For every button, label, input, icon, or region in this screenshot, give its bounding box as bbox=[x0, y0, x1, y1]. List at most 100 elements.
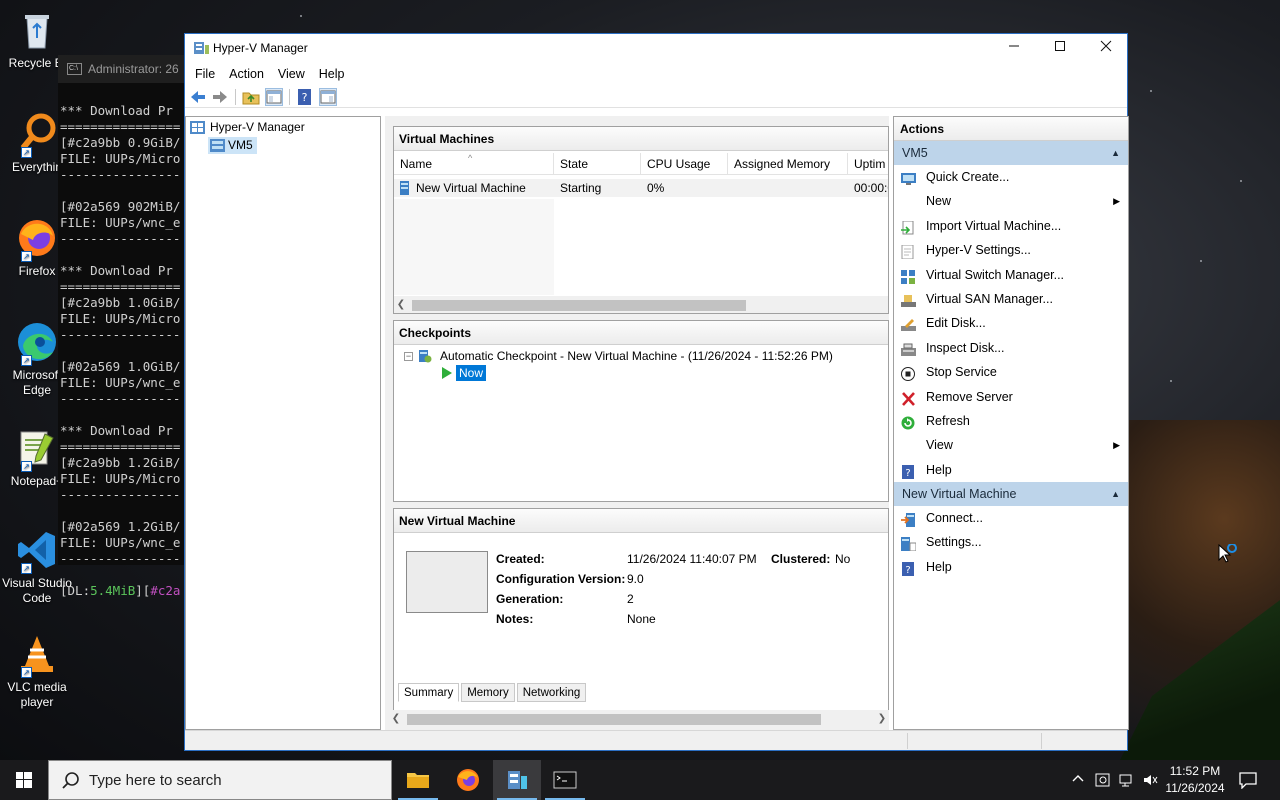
scroll-thumb[interactable] bbox=[412, 300, 746, 311]
help-icon: ? bbox=[901, 560, 916, 576]
search-placeholder: Type here to search bbox=[89, 772, 222, 789]
action-refresh[interactable]: Refresh bbox=[894, 409, 1128, 433]
table-row[interactable]: New Virtual Machine Starting 0% 00:00:0 bbox=[394, 179, 888, 197]
window-titlebar[interactable]: Hyper-V Manager bbox=[185, 34, 1127, 62]
show-hide-action-pane-icon[interactable] bbox=[319, 88, 337, 106]
menu-action[interactable]: Action bbox=[229, 67, 272, 81]
everything-icon: ↗ bbox=[15, 112, 59, 158]
hyperv-manager-window[interactable]: Hyper-V Manager File Action View Help ? … bbox=[184, 33, 1129, 751]
action-quick-create[interactable]: Quick Create... bbox=[894, 165, 1128, 189]
console-titlebar[interactable]: C:\ Administrator: 26 bbox=[58, 55, 188, 83]
action-import-virtual-machine[interactable]: Import Virtual Machine... bbox=[894, 214, 1128, 238]
wallpaper-star bbox=[1150, 90, 1152, 92]
menu-file[interactable]: File bbox=[195, 67, 223, 81]
checkpoint-item[interactable]: Automatic Checkpoint - New Virtual Machi… bbox=[440, 349, 833, 363]
start-button[interactable] bbox=[0, 760, 48, 800]
action-remove-server[interactable]: Remove Server bbox=[894, 385, 1128, 409]
forward-arrow-icon[interactable] bbox=[211, 88, 229, 106]
taskbar: Type here to search 11:52 PM 11/26/2024 bbox=[0, 760, 1280, 800]
tab-summary[interactable]: Summary bbox=[398, 683, 460, 702]
desktop-icon-vlc[interactable]: ↗ VLC media player bbox=[2, 632, 72, 710]
column-header-name[interactable]: Name ^ bbox=[394, 153, 554, 175]
action-stop-service[interactable]: Stop Service bbox=[894, 360, 1128, 384]
tray-security-icon[interactable] bbox=[1095, 772, 1111, 788]
console-line: [#02a569 902MiB/ bbox=[60, 199, 181, 214]
action-connect[interactable]: Connect... bbox=[894, 506, 1128, 530]
svg-text:?: ? bbox=[302, 91, 308, 104]
taskbar-firefox[interactable] bbox=[444, 760, 492, 800]
vm-horizontal-scrollbar[interactable]: ❮ bbox=[394, 296, 888, 313]
tray-network-icon[interactable] bbox=[1118, 772, 1134, 788]
action-label: Quick Create... bbox=[926, 170, 1010, 184]
column-header-cpu[interactable]: CPU Usage bbox=[641, 153, 728, 175]
console-line: *** Download Pr bbox=[60, 263, 173, 278]
console-line: ================ bbox=[60, 439, 181, 454]
action-settings[interactable]: Settings... bbox=[894, 530, 1128, 554]
column-header-memory[interactable]: Assigned Memory bbox=[728, 153, 848, 175]
cmd-icon: C:\ bbox=[67, 63, 82, 75]
tray-chevron-up-icon[interactable] bbox=[1071, 772, 1085, 786]
taskbar-search-box[interactable]: Type here to search bbox=[48, 760, 392, 800]
vm-grid-header: Name ^ State CPU Usage Assigned Memory U… bbox=[394, 153, 888, 175]
notification-center-icon[interactable] bbox=[1239, 771, 1257, 790]
taskbar-clock-date[interactable]: 11/26/2024 bbox=[1160, 781, 1230, 795]
column-header-state[interactable]: State bbox=[554, 153, 641, 175]
generation-label: Generation: bbox=[496, 592, 564, 606]
action-new[interactable]: New ▶ bbox=[894, 189, 1128, 213]
scroll-right-icon[interactable]: ❯ bbox=[875, 710, 889, 727]
checkpoint-icon bbox=[418, 349, 432, 363]
tree-item-server[interactable]: VM5 bbox=[208, 137, 257, 154]
help-toolbar-icon[interactable]: ? bbox=[296, 88, 314, 106]
action-label: Stop Service bbox=[926, 365, 997, 380]
action-label: Settings... bbox=[926, 535, 982, 550]
action-label: Import Virtual Machine... bbox=[926, 218, 1062, 233]
tab-memory[interactable]: Memory bbox=[461, 683, 515, 702]
up-folder-icon[interactable] bbox=[242, 88, 260, 106]
taskbar-hyperv-manager[interactable] bbox=[493, 760, 541, 800]
edge-icon: ↗ bbox=[15, 320, 59, 366]
inspect-disk-icon bbox=[901, 341, 916, 356]
action-label: Help bbox=[926, 462, 952, 477]
action-virtual-switch-manager[interactable]: Virtual Switch Manager... bbox=[894, 263, 1128, 287]
action-edit-disk[interactable]: Edit Disk... bbox=[894, 311, 1128, 335]
action-virtual-san-manager[interactable]: Virtual SAN Manager... bbox=[894, 287, 1128, 311]
actions-group-vm-label: New Virtual Machine bbox=[902, 487, 1017, 502]
actions-group-server[interactable]: VM5 ▲ bbox=[894, 141, 1128, 165]
console-window[interactable]: C:\ Administrator: 26 *** Download Pr ===… bbox=[58, 55, 188, 598]
vm-thumbnail[interactable] bbox=[406, 551, 488, 613]
menu-view[interactable]: View bbox=[278, 67, 313, 81]
center-pane: Virtual Machines Name ^ State CPU Usage … bbox=[385, 116, 889, 730]
details-tabs: Summary Memory Networking bbox=[398, 683, 588, 702]
scroll-left-icon[interactable]: ❮ bbox=[389, 710, 403, 727]
checkpoint-now-item[interactable]: Now bbox=[456, 365, 487, 381]
action-view[interactable]: View ▶ bbox=[894, 433, 1128, 457]
maximize-button[interactable] bbox=[1037, 34, 1083, 62]
show-hide-tree-icon[interactable] bbox=[265, 88, 283, 106]
action-inspect-disk[interactable]: Inspect Disk... bbox=[894, 336, 1128, 360]
back-arrow-icon[interactable] bbox=[189, 88, 207, 106]
vm-actions-list: Connect... Settings... ? Help bbox=[894, 506, 1128, 579]
action-hyper-v-settings[interactable]: Hyper-V Settings... bbox=[894, 238, 1128, 262]
tray-volume-icon[interactable] bbox=[1142, 772, 1158, 788]
tree-item-hyperv-manager[interactable]: Hyper-V Manager bbox=[190, 119, 305, 136]
actions-group-vm[interactable]: New Virtual Machine ▲ bbox=[894, 482, 1128, 507]
center-horizontal-scrollbar[interactable]: ❮ ❯ bbox=[389, 710, 889, 727]
taskbar-clock-time[interactable]: 11:52 PM bbox=[1160, 764, 1230, 778]
action-help[interactable]: ? Help bbox=[894, 458, 1128, 482]
scroll-left-icon[interactable]: ❮ bbox=[394, 296, 408, 313]
taskbar-file-explorer[interactable] bbox=[394, 760, 442, 800]
minimize-button[interactable] bbox=[991, 34, 1037, 62]
menu-help[interactable]: Help bbox=[319, 67, 353, 81]
tab-networking[interactable]: Networking bbox=[516, 683, 587, 702]
action-help[interactable]: ? Help bbox=[894, 555, 1128, 579]
svg-text:?: ? bbox=[905, 468, 910, 479]
close-button[interactable] bbox=[1083, 34, 1129, 62]
remove-server-icon bbox=[901, 390, 916, 406]
taskbar-terminal[interactable] bbox=[541, 760, 589, 800]
column-header-uptime[interactable]: Uptim bbox=[848, 153, 888, 175]
svg-text:?: ? bbox=[905, 565, 910, 576]
scroll-thumb[interactable] bbox=[407, 714, 821, 725]
help-icon: ? bbox=[901, 463, 916, 479]
collapse-toggle-icon[interactable]: − bbox=[404, 352, 413, 361]
